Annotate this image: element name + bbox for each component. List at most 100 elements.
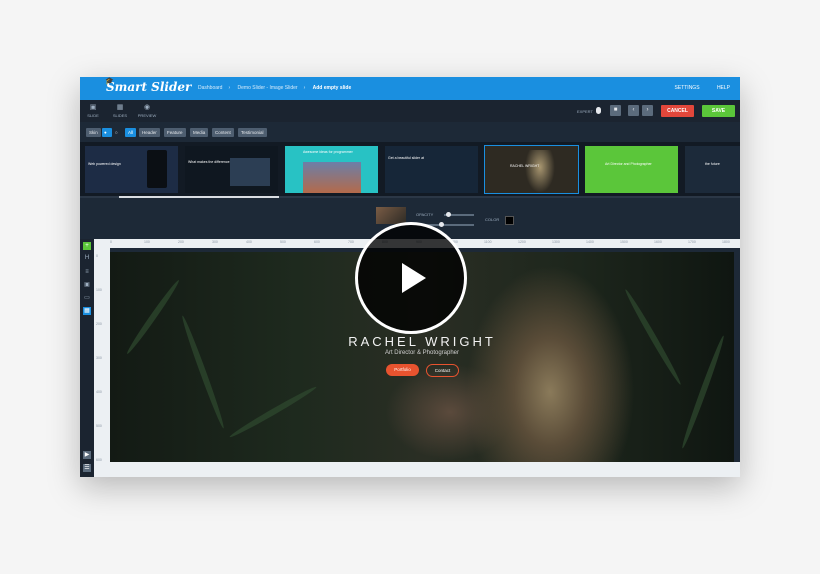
thumbnail-caption: Get a beautiful slider at (388, 156, 424, 160)
slide-subtitle[interactable]: Art Director & Photographer (110, 350, 734, 356)
bell-icon[interactable]: ■ (610, 105, 621, 116)
expert-toggle-icon[interactable] (596, 107, 601, 114)
add-layer-icon[interactable]: + (83, 242, 91, 250)
top-links: SETTINGS HELP (659, 85, 730, 91)
eye-icon: ◉ (143, 104, 151, 111)
next-slide-button[interactable]: › (642, 105, 653, 116)
template-thumbnail[interactable]: Awesome ideas for programmer (285, 146, 378, 193)
ruler-tick: 1200 (518, 240, 526, 244)
filter-all[interactable]: All (125, 128, 137, 137)
thumbnail-caption: Awesome ideas for programmer (303, 150, 353, 154)
ruler-tick: 500 (280, 240, 286, 244)
prev-slide-button[interactable]: ‹ (628, 105, 639, 116)
ruler-tick: 500 (96, 424, 102, 428)
structure-icon[interactable]: ▦ (83, 307, 91, 315)
leaf-decoration (179, 314, 227, 430)
ruler-tick: 1800 (722, 240, 730, 244)
image-icon[interactable]: ▣ (83, 281, 91, 289)
template-thumbnail[interactable]: What makes the difference (185, 146, 278, 193)
laptop-image (230, 158, 270, 186)
tool-slides[interactable]: ▦ SLIDES (110, 104, 130, 118)
filter-feature[interactable]: Feature (164, 128, 186, 137)
thumbnail-caption: What makes the difference (188, 160, 230, 164)
portrait-image (525, 150, 555, 193)
template-thumbnail[interactable]: Web powered design (85, 146, 178, 193)
ruler-tick: 100 (96, 288, 102, 292)
contact-button[interactable]: Contact (426, 364, 459, 377)
thumbnail-caption: the future (705, 162, 720, 166)
filter-media[interactable]: Media (190, 128, 209, 137)
tool-label: PREVIEW (137, 113, 157, 118)
ruler-tick: 700 (348, 240, 354, 244)
ruler-tick: 0 (110, 240, 112, 244)
ruler-tick: 1400 (586, 240, 594, 244)
skin-label: Skin (86, 128, 101, 137)
ruler-tick: 300 (96, 356, 102, 360)
template-thumbnail-selected[interactable]: RACHEL WRIGHT (484, 145, 579, 194)
ruler-tick: 100 (144, 240, 150, 244)
ruler-tick: 300 (212, 240, 218, 244)
breadcrumb-current: Add empty slide (312, 85, 352, 91)
vertical-ruler: 0 100 200 300 400 500 600 (94, 248, 110, 477)
filter-content[interactable]: Content (212, 128, 234, 137)
opacity-knob[interactable] (446, 212, 451, 217)
toolbar: ▣ SLIDE ▦ SLIDES ◉ PREVIEW EXPERT ■ ‹ › … (80, 100, 740, 122)
graduation-cap-icon: 🎓 (105, 77, 114, 85)
ruler-tick: 400 (96, 390, 102, 394)
play-timeline-icon[interactable]: ▶ (83, 451, 91, 459)
portfolio-button[interactable]: Portfolio (386, 364, 419, 376)
opacity-label: OPACITY (416, 212, 434, 217)
grid-icon: ▦ (116, 104, 124, 111)
ruler-tick: 200 (178, 240, 184, 244)
skin-light-toggle[interactable]: ○ (113, 128, 123, 137)
breadcrumb-dashboard[interactable]: Dashboard (198, 85, 222, 91)
ruler-tick: 400 (246, 240, 252, 244)
color-swatch[interactable] (505, 216, 514, 225)
tool-slide[interactable]: ▣ SLIDE (83, 104, 103, 118)
help-link[interactable]: HELP (717, 85, 730, 91)
cancel-button[interactable]: CANCEL (661, 105, 694, 117)
template-thumbnail[interactable]: the future (685, 146, 740, 193)
thumbnail-caption: Art Director and Photographer (605, 162, 652, 166)
macbook-image (303, 162, 361, 193)
ruler-tick: 0 (96, 254, 98, 258)
settings-link[interactable]: SETTINGS (675, 85, 700, 91)
save-button[interactable]: SAVE (702, 105, 735, 117)
template-thumbnail[interactable]: Get a beautiful slider at (385, 146, 478, 193)
tool-label: SLIDES (112, 113, 128, 118)
play-video-button[interactable] (355, 222, 467, 334)
thumbnail-caption: RACHEL WRIGHT (510, 164, 540, 168)
blur-knob[interactable] (439, 222, 444, 227)
leaf-decoration (228, 384, 318, 440)
canvas-bottom-area (94, 462, 740, 477)
template-strip: Web powered design What makes the differ… (80, 142, 740, 196)
slide-title[interactable]: RACHEL WRIGHT (110, 334, 734, 349)
slides-icon: ▣ (89, 104, 97, 111)
background-image-thumb[interactable] (376, 207, 406, 224)
layers-icon[interactable]: ☰ (83, 464, 91, 472)
text-icon[interactable]: ≡ (83, 268, 91, 276)
logo[interactable]: 🎓 Smart Slider (105, 77, 192, 94)
color-label: COLOR (485, 217, 500, 222)
filter-header[interactable]: Header (139, 128, 160, 137)
play-icon (402, 263, 426, 293)
breadcrumb-slider[interactable]: Demo Slider - Image Slider (238, 85, 298, 91)
template-thumbnail[interactable]: Art Director and Photographer (585, 146, 678, 193)
breadcrumb-separator: › (228, 85, 231, 91)
logo-text: Smart Slider (106, 80, 192, 94)
tool-preview[interactable]: ◉ PREVIEW (137, 104, 157, 118)
filter-testimonial[interactable]: Testimonial (238, 128, 267, 137)
ruler-tick: 1300 (552, 240, 560, 244)
breadcrumb-separator: › (303, 85, 306, 91)
thumbnail-caption: Web powered design (88, 162, 121, 166)
ruler-tick: 1600 (654, 240, 662, 244)
button-icon[interactable]: ▭ (83, 294, 91, 302)
skin-dark-toggle[interactable]: ● (102, 128, 112, 137)
ruler-tick: 1100 (484, 240, 492, 244)
expert-label: EXPERT (577, 109, 593, 114)
side-toolbar: + H ≡ ▣ ▭ ▦ ▶ ☰ (80, 239, 94, 477)
ruler-tick: 600 (314, 240, 320, 244)
ruler-tick: 200 (96, 322, 102, 326)
top-bar: 🎓 Smart Slider Dashboard › Demo Slider - I… (80, 77, 740, 100)
heading-icon[interactable]: H (83, 254, 91, 262)
